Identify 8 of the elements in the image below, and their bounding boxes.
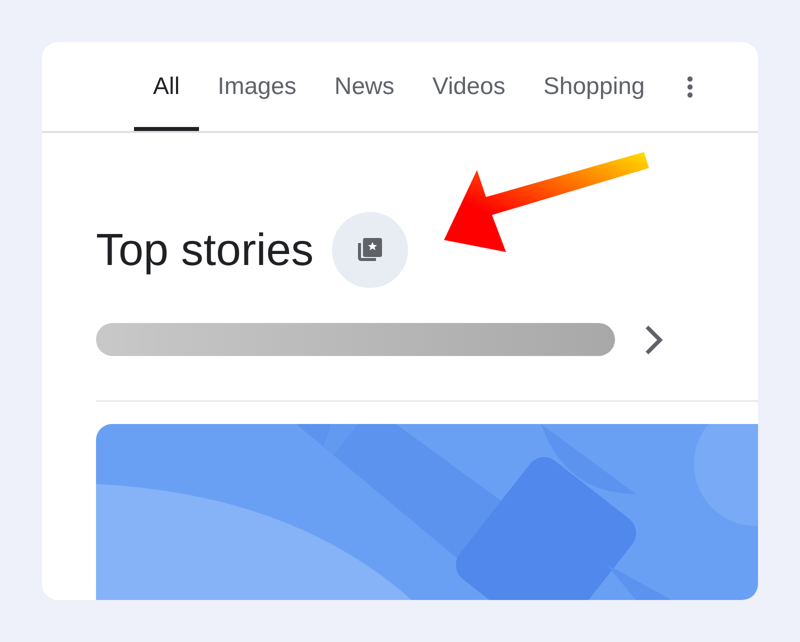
- section-title: Top stories: [96, 224, 314, 276]
- tab[interactable]: All: [134, 42, 199, 131]
- tab[interactable]: Shopping: [524, 42, 664, 131]
- chevron-right-icon[interactable]: [643, 324, 665, 356]
- tab[interactable]: Images: [198, 42, 316, 131]
- more-icon[interactable]: [686, 76, 694, 98]
- tab[interactable]: Videos: [413, 42, 524, 131]
- tab[interactable]: News: [315, 42, 414, 131]
